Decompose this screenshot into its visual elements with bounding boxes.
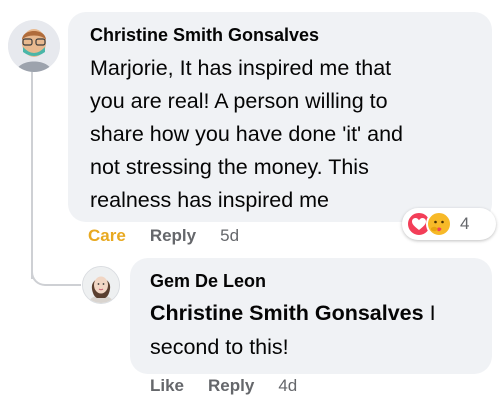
reply-actions: Like Reply 4d	[150, 376, 321, 396]
reaction-count: 4	[460, 214, 470, 233]
reply-bubble: Gem De Leon Christine Smith Gonsalves I …	[130, 258, 492, 374]
thread-line	[31, 70, 33, 279]
reply-timestamp[interactable]: 4d	[278, 376, 297, 396]
reply-text: Christine Smith Gonsalves I second to th…	[150, 296, 476, 364]
comment-line: Marjorie, It has inspired me that	[90, 56, 392, 80]
reply-author[interactable]: Gem De Leon	[150, 270, 476, 292]
comment-line: you are real! A person willing to	[90, 89, 388, 113]
avatar-illustration	[83, 267, 119, 303]
avatar-illustration	[8, 20, 60, 72]
avatar[interactable]	[8, 20, 60, 72]
mention-link[interactable]: Christine Smith Gonsalves	[150, 301, 424, 325]
comment-text: Marjorie, It has inspired me that you ar…	[90, 52, 474, 217]
thread-connector	[31, 262, 81, 286]
reply-button[interactable]: Reply	[208, 376, 254, 396]
reply-fragment: I	[423, 301, 436, 325]
comment-timestamp[interactable]: 5d	[220, 226, 239, 246]
care-reaction-button[interactable]: Care	[88, 226, 126, 246]
comment-author[interactable]: Christine Smith Gonsalves	[90, 24, 474, 46]
like-button[interactable]: Like	[150, 376, 184, 396]
comment-bubble: Christine Smith Gonsalves Marjorie, It h…	[68, 12, 492, 222]
reply-button[interactable]: Reply	[150, 226, 196, 246]
comment-line: share how you have done 'it' and	[90, 122, 404, 146]
reactions-summary[interactable]: 4	[402, 208, 496, 240]
reply-line: second to this!	[150, 335, 289, 359]
comment-actions: Care Reply 5d	[88, 226, 263, 246]
care-icon	[426, 211, 452, 237]
reply-line: Christine Smith Gonsalves I	[150, 296, 476, 330]
avatar[interactable]	[82, 266, 120, 304]
comment-line: not stressing the money. This	[90, 155, 369, 179]
